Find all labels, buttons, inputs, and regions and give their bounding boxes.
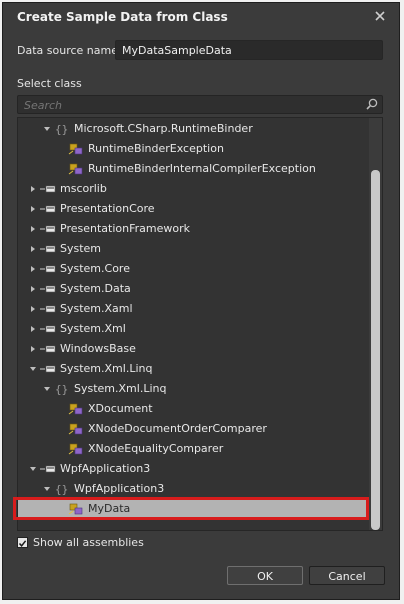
select-class-label: Select class (17, 77, 82, 90)
tree-item-label: XNodeEqualityComparer (88, 442, 224, 455)
tree-item-selected[interactable]: MyData (18, 499, 369, 519)
search-input[interactable] (18, 96, 370, 115)
search-icon[interactable] (366, 98, 378, 110)
tree-item[interactable]: System.Xaml (18, 299, 369, 319)
data-source-name-input[interactable] (115, 40, 383, 60)
tree-item[interactable]: {} WpfApplication3 (18, 479, 369, 499)
scrollbar-thumb[interactable] (371, 170, 380, 530)
ok-button[interactable]: OK (227, 566, 303, 585)
expanded-arrow-icon[interactable] (28, 364, 38, 374)
class-icon (68, 443, 83, 455)
tree-item[interactable]: WindowsBase (18, 339, 369, 359)
tree-item[interactable]: PresentationFramework (18, 219, 369, 239)
tree-item-label: RuntimeBinderException (88, 142, 224, 155)
tree-item-label: XDocument (88, 402, 153, 415)
collapsed-arrow-icon[interactable] (28, 184, 38, 194)
tree-item-label: MyData (88, 502, 131, 515)
collapsed-arrow-icon[interactable] (28, 344, 38, 354)
tree-item-label: WindowsBase (60, 342, 136, 355)
tree-item[interactable]: {} System.Xml.Linq (18, 379, 369, 399)
tree-scrollbar[interactable] (369, 118, 382, 530)
tree-item[interactable]: {} Microsoft.CSharp.RuntimeBinder (18, 119, 369, 139)
dialog-title: Create Sample Data from Class (17, 10, 228, 24)
assembly-icon (40, 265, 56, 273)
tree-item-label: mscorlib (60, 182, 107, 195)
tree-item-label: WpfApplication3 (60, 462, 151, 475)
collapsed-arrow-icon[interactable] (28, 304, 38, 314)
class-icon (68, 163, 83, 175)
namespace-icon: {} (55, 483, 68, 496)
tree-item-label: System.Data (60, 282, 131, 295)
title-bar: Create Sample Data from Class (3, 3, 399, 31)
assembly-icon (40, 345, 56, 353)
tree-item-label: System.Xaml (60, 302, 133, 315)
tree-item[interactable]: XDocument (18, 399, 369, 419)
tree-item[interactable]: System.Xml.Linq (18, 359, 369, 379)
assembly-icon (40, 365, 56, 373)
namespace-icon: {} (55, 383, 68, 396)
collapsed-arrow-icon[interactable] (28, 244, 38, 254)
tree-item-label: Microsoft.CSharp.RuntimeBinder (74, 122, 253, 135)
class-icon (68, 423, 83, 435)
tree-item[interactable]: RuntimeBinderException (18, 139, 369, 159)
tree-item[interactable]: System.Core (18, 259, 369, 279)
tree-item[interactable]: System.Data (18, 279, 369, 299)
search-box[interactable] (17, 95, 383, 115)
checkmark-icon (18, 540, 27, 547)
collapsed-arrow-icon[interactable] (28, 204, 38, 214)
svg-text:{}: {} (55, 483, 68, 496)
collapsed-arrow-icon[interactable] (28, 284, 38, 294)
tree-item-label: WpfApplication3 (74, 482, 165, 495)
tree-item[interactable]: System.Xml (18, 319, 369, 339)
assembly-icon (40, 465, 56, 473)
close-icon[interactable] (373, 9, 387, 23)
tree-item[interactable]: mscorlib (18, 179, 369, 199)
tree-item-label: XNodeDocumentOrderComparer (88, 422, 267, 435)
class-tree[interactable]: {} Microsoft.CSharp.RuntimeBinder RuntimeB… (17, 117, 383, 531)
tree-item-label: System.Core (60, 262, 130, 275)
assembly-icon (40, 205, 56, 213)
assembly-icon (40, 185, 56, 193)
tree-item[interactable]: XNodeEqualityComparer (18, 439, 369, 459)
tree-item[interactable]: WpfApplication3 (18, 459, 369, 479)
class-icon (68, 143, 83, 155)
tree-item-label: System (60, 242, 102, 255)
collapsed-arrow-icon[interactable] (28, 324, 38, 334)
class-icon (68, 503, 83, 515)
tree-item[interactable]: XNodeDocumentOrderComparer (18, 419, 369, 439)
tree-item-label: System.Xml (60, 322, 126, 335)
create-sample-data-dialog: Create Sample Data from Class Data sourc… (2, 2, 400, 600)
svg-text:{}: {} (55, 383, 68, 396)
expanded-arrow-icon[interactable] (28, 464, 38, 474)
assembly-icon (40, 245, 56, 253)
namespace-icon: {} (55, 123, 68, 136)
collapsed-arrow-icon[interactable] (28, 264, 38, 274)
tree-item[interactable]: System (18, 239, 369, 259)
class-icon (68, 403, 83, 415)
assembly-icon (40, 225, 56, 233)
cancel-button[interactable]: Cancel (309, 566, 385, 585)
assembly-icon (40, 325, 56, 333)
tree-item-label: PresentationCore (60, 202, 155, 215)
tree-item-label: System.Xml.Linq (60, 362, 153, 375)
tree-item-label: System.Xml.Linq (74, 382, 167, 395)
assembly-icon (40, 285, 56, 293)
assembly-icon (40, 305, 56, 313)
tree-item-label: PresentationFramework (60, 222, 190, 235)
collapsed-arrow-icon[interactable] (28, 224, 38, 234)
svg-text:{}: {} (55, 123, 68, 136)
expanded-arrow-icon[interactable] (42, 124, 52, 134)
expanded-arrow-icon[interactable] (42, 384, 52, 394)
show-all-assemblies-checkbox[interactable] (17, 537, 28, 548)
tree-item[interactable]: RuntimeBinderInternalCompilerException (18, 159, 369, 179)
data-source-name-label: Data source name (17, 44, 118, 57)
tree-item-label: RuntimeBinderInternalCompilerException (88, 162, 316, 175)
show-all-assemblies-label: Show all assemblies (33, 536, 144, 549)
tree-item[interactable]: PresentationCore (18, 199, 369, 219)
expanded-arrow-icon[interactable] (42, 484, 52, 494)
